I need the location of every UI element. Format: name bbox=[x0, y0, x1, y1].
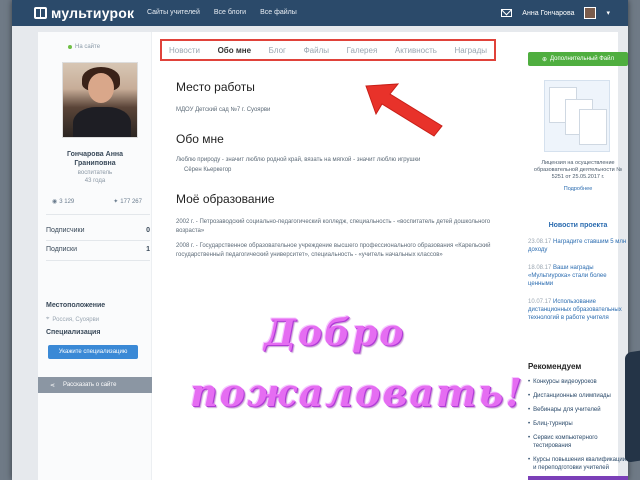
top-user-area: Анна Гончарова ▾ bbox=[501, 7, 610, 19]
recommended-label: Курсы повышения квалификации и переподго… bbox=[533, 457, 627, 471]
profile-age: 43 года bbox=[84, 178, 106, 184]
recommended-item[interactable]: • Блиц-турниры bbox=[528, 420, 628, 428]
recommended-title: Рекомендуем bbox=[528, 362, 582, 371]
subscribers-count: 0 bbox=[146, 227, 150, 234]
tablet-decoration bbox=[625, 347, 640, 463]
nav-all-blogs[interactable]: Все блоги bbox=[214, 9, 246, 16]
recommended-label: Сервис компьютерного тестирования bbox=[533, 435, 598, 449]
recommended-item[interactable]: • Курсы повышения квалификации и переподг… bbox=[528, 456, 628, 472]
subscribers-row[interactable]: Подписчики 0 bbox=[46, 227, 150, 234]
education-item-2: 2008 г. - Государственное образовательно… bbox=[176, 243, 491, 258]
profile-name-line1: Гончарова Анна bbox=[66, 151, 124, 158]
chevron-down-icon[interactable]: ▾ bbox=[606, 9, 610, 17]
top-avatar[interactable] bbox=[584, 7, 597, 19]
tab-news[interactable]: Новости bbox=[169, 46, 200, 55]
news-date: 18.08.17 bbox=[528, 265, 552, 271]
welcome-text-line2: пожаловать! bbox=[190, 370, 524, 415]
subscriptions-label: Подписки bbox=[46, 246, 78, 253]
recommended-label: Дистанционные олимпиады bbox=[533, 393, 611, 399]
set-specialization-button[interactable]: Укажите специализацию bbox=[48, 345, 138, 359]
divider bbox=[46, 214, 150, 215]
logo-icon bbox=[34, 7, 47, 19]
top-nav: Сайты учителей Все блоги Все файлы bbox=[147, 9, 297, 16]
eye-icon: ◉ bbox=[52, 199, 58, 205]
logo-text: мультиурок bbox=[51, 5, 135, 21]
news-item[interactable]: 23.08.17 Наградите ставшим 5 млн доходу bbox=[528, 238, 628, 254]
specialization-title: Специализация bbox=[46, 329, 101, 336]
subscriptions-count: 1 bbox=[146, 246, 150, 253]
main-content: Новости Обо мне Блог Файлы Галерея Актив… bbox=[160, 32, 522, 480]
workplace-text: МДОУ Детский сад №7 г. Суоярви bbox=[176, 107, 271, 113]
subscribers-label: Подписчики bbox=[46, 227, 85, 234]
browser-frame: мультиурок Сайты учителей Все блоги Все … bbox=[12, 0, 628, 480]
news-item[interactable]: 18.08.17 Ваши награды «Мультиурока» стал… bbox=[528, 264, 628, 288]
stat-views: ◉ 3 129 bbox=[52, 198, 75, 206]
stat-rating-value: 177 267 bbox=[120, 198, 142, 205]
license-caption: Лицензия на осуществление образовательно… bbox=[533, 160, 623, 180]
star-icon: ✦ bbox=[113, 199, 119, 205]
profile-role: воспитатель 43 года bbox=[38, 169, 152, 185]
education-item-1: 2002 г. - Петрозаводский социально-педаг… bbox=[176, 219, 491, 234]
online-label: На сайте bbox=[75, 44, 101, 50]
site-logo[interactable]: мультиурок bbox=[34, 5, 135, 21]
subscriptions-row[interactable]: Подписки 1 bbox=[46, 246, 150, 253]
share-icon: ⋖ bbox=[50, 382, 56, 389]
pin-icon: ⌖ bbox=[46, 316, 50, 322]
purple-banner[interactable] bbox=[528, 476, 628, 480]
recommended-item[interactable]: • Дистанционные олимпиады bbox=[528, 392, 628, 400]
profile-page: На сайте Гончарова Анна Граниповна воспи… bbox=[38, 32, 628, 480]
online-status: На сайте bbox=[68, 44, 100, 50]
welcome-text-line1: Добро bbox=[264, 312, 406, 354]
license-more-link[interactable]: Подробнее bbox=[528, 186, 628, 192]
news-date: 23.08.17 bbox=[528, 239, 552, 245]
profile-sidebar: На сайте Гончарова Анна Граниповна воспи… bbox=[38, 32, 152, 480]
nav-all-files[interactable]: Все файлы bbox=[260, 9, 297, 16]
tab-activity[interactable]: Активность bbox=[395, 46, 437, 55]
top-bar: мультиурок Сайты учителей Все блоги Все … bbox=[12, 0, 628, 26]
project-news-title[interactable]: Новости проекта bbox=[528, 222, 628, 229]
profile-tabs: Новости Обо мне Блог Файлы Галерея Актив… bbox=[160, 39, 496, 61]
news-item[interactable]: 10.07.17 Использование дистанционных обр… bbox=[528, 298, 628, 322]
profile-name-line2: Граниповна bbox=[74, 160, 116, 167]
tab-gallery[interactable]: Галерея bbox=[347, 46, 378, 55]
tab-awards[interactable]: Награды bbox=[455, 46, 487, 55]
recommended-item[interactable]: • Сервис компьютерного тестирования bbox=[528, 434, 628, 450]
about-heading: Обо мне bbox=[176, 132, 224, 146]
tab-blog[interactable]: Блог bbox=[269, 46, 286, 55]
about-quote-author: Сёрен Кьеркегор bbox=[184, 167, 232, 173]
license-certificate-image[interactable] bbox=[544, 80, 610, 152]
location-title: Местоположение bbox=[46, 302, 106, 309]
profile-role-title: воспитатель bbox=[77, 170, 113, 176]
location: ⌖ Россия, Суоярви bbox=[46, 316, 99, 323]
tab-about[interactable]: Обо мне bbox=[218, 46, 251, 55]
tab-files[interactable]: Файлы bbox=[304, 46, 329, 55]
workplace-heading: Место работы bbox=[176, 80, 255, 94]
education-heading: Моё образование bbox=[176, 192, 275, 206]
add-file-button[interactable]: ⊕ Дополнительный Файл bbox=[528, 52, 628, 66]
right-sidebar: ⊕ Дополнительный Файл Лицензия на осущес… bbox=[514, 32, 628, 480]
profile-stats: ◉ 3 129 ✦ 177 267 bbox=[52, 198, 142, 206]
share-site-button[interactable]: ⋖ Рассказать о сайте bbox=[38, 377, 152, 393]
recommended-label: Конкурсы видеоуроков bbox=[533, 379, 597, 385]
location-value: Россия, Суоярви bbox=[52, 316, 100, 323]
add-file-label: Дополнительный Файл bbox=[550, 56, 614, 62]
news-date: 10.07.17 bbox=[528, 299, 552, 305]
plus-icon: ⊕ bbox=[542, 56, 548, 63]
stat-views-value: 3 129 bbox=[59, 198, 75, 205]
divider bbox=[46, 240, 150, 241]
nav-teacher-sites[interactable]: Сайты учителей bbox=[147, 9, 200, 16]
about-text: Люблю природу - значит люблю родной край… bbox=[176, 157, 421, 163]
recommended-item[interactable]: • Вебинары для учителей bbox=[528, 406, 628, 414]
online-dot-icon bbox=[68, 45, 72, 49]
profile-avatar bbox=[62, 62, 138, 138]
profile-name: Гончарова Анна Граниповна bbox=[38, 150, 152, 168]
recommended-item[interactable]: • Конкурсы видеоуроков bbox=[528, 378, 628, 386]
stat-rating: ✦ 177 267 bbox=[113, 198, 142, 206]
top-user-name[interactable]: Анна Гончарова bbox=[522, 10, 574, 17]
mail-icon[interactable] bbox=[501, 9, 513, 17]
divider bbox=[46, 260, 150, 261]
share-label: Рассказать о сайте bbox=[63, 382, 117, 388]
recommended-label: Блиц-турниры bbox=[533, 421, 573, 427]
recommended-label: Вебинары для учителей bbox=[533, 407, 601, 413]
